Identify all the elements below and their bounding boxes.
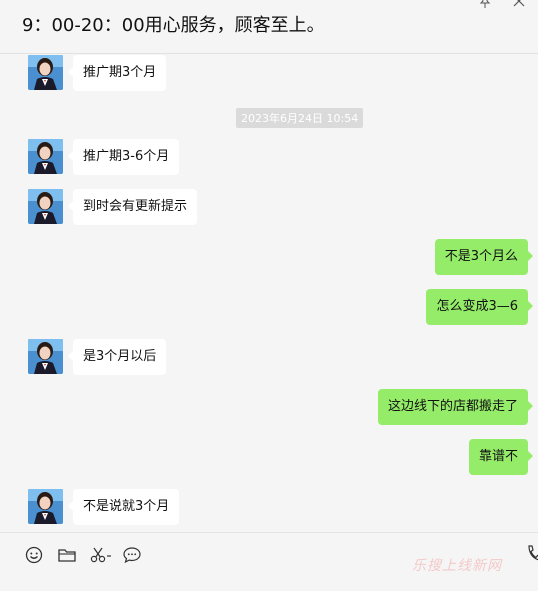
avatar[interactable] (28, 339, 63, 374)
message-received: 到时会有更新提示 (28, 189, 198, 225)
message-bubble[interactable]: 靠谱不 (468, 439, 534, 475)
message-received: 不是说就3个月 (28, 489, 180, 525)
message-bubble[interactable]: 是3个月以后 (67, 339, 167, 375)
message-sent: 怎么变成3—6 (426, 289, 533, 325)
close-icon[interactable] (512, 0, 526, 8)
avatar[interactable] (28, 139, 63, 174)
message-received: 是3个月以后 (28, 339, 167, 375)
timestamp: 2023年6月24日 10:54 (236, 108, 364, 128)
message-bubble[interactable]: 这边线下的店都搬走了 (377, 389, 534, 425)
message-sent: 不是3个月么 (434, 239, 534, 275)
folder-icon[interactable] (57, 545, 77, 565)
message-bubble[interactable]: 不是说就3个月 (67, 489, 180, 525)
message-received: 推广期3-6个月 (28, 139, 180, 175)
watermark: 乐搜上线新网 (412, 558, 502, 574)
phone-icon[interactable] (526, 545, 538, 563)
message-sent: 靠谱不 (468, 439, 534, 475)
message-received: 推广期3个月 (28, 55, 167, 91)
emoji-icon[interactable] (24, 545, 44, 565)
message-list[interactable]: 推广期3个月 2023年6月24日 10:54 推广期3-6个月 到时会有更新提… (0, 54, 538, 532)
avatar[interactable] (28, 489, 63, 524)
message-bubble[interactable]: 不是3个月么 (434, 239, 534, 275)
message-sent: 这边线下的店都搬走了 (377, 389, 534, 425)
chat-header: 9：00-20：00用心服务，顾客至上。 (0, 0, 538, 54)
message-bubble[interactable]: 推广期3-6个月 (67, 139, 180, 175)
avatar[interactable] (28, 55, 63, 90)
chat-history-icon[interactable] (122, 545, 142, 565)
message-bubble[interactable]: 推广期3个月 (67, 55, 167, 91)
chat-title: 9：00-20：00用心服务，顾客至上。 (22, 15, 325, 36)
scissors-icon[interactable] (89, 545, 113, 565)
message-bubble[interactable]: 到时会有更新提示 (67, 189, 198, 225)
pin-icon[interactable] (478, 0, 492, 8)
message-bubble[interactable]: 怎么变成3—6 (426, 289, 533, 325)
avatar[interactable] (28, 189, 63, 224)
